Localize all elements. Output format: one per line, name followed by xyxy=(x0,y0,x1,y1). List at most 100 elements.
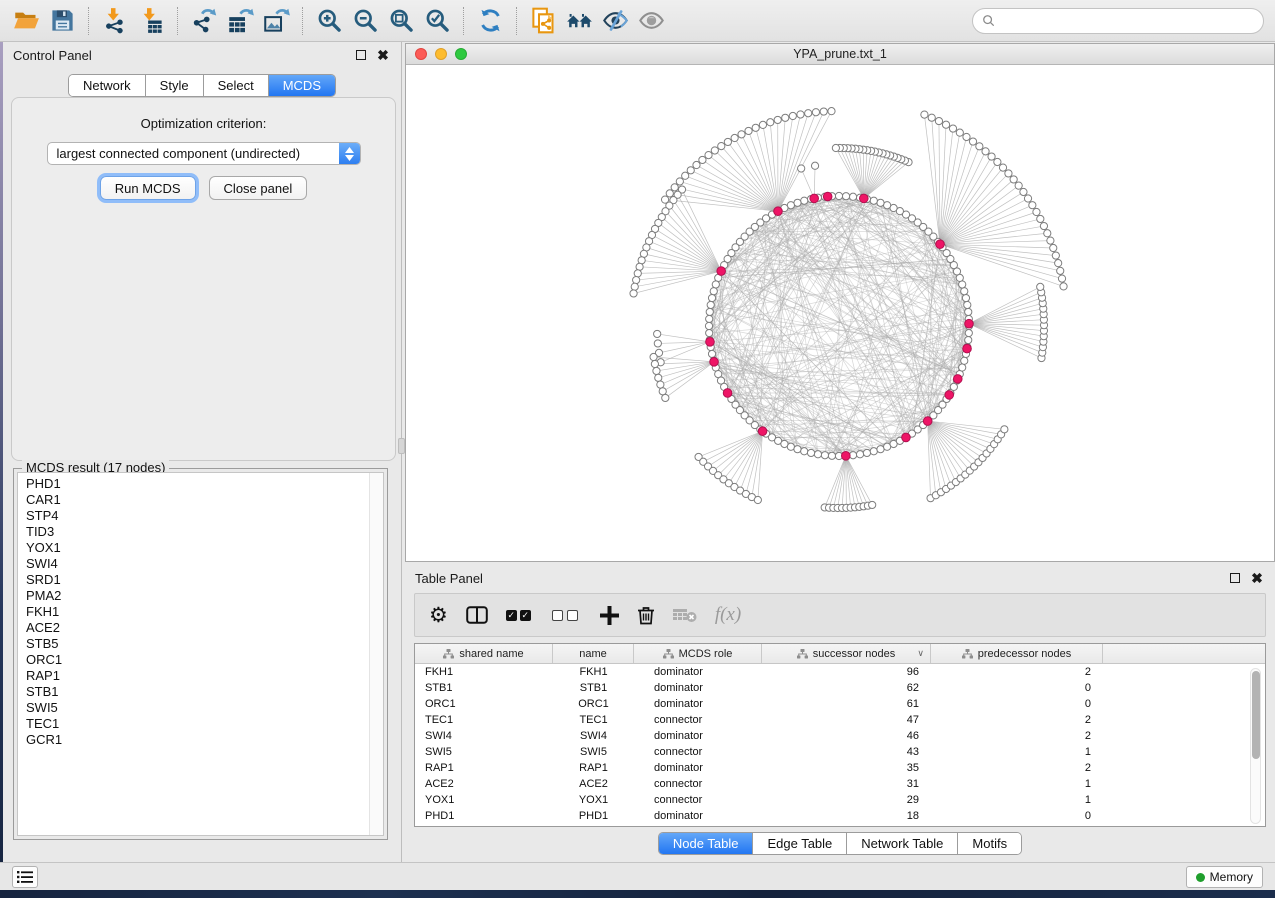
zoom-fit-icon[interactable] xyxy=(383,4,419,38)
open-file-icon[interactable] xyxy=(8,4,44,38)
table-cell[interactable]: dominator xyxy=(634,810,762,822)
close-panel-button[interactable]: Close panel xyxy=(209,176,308,200)
save-icon[interactable] xyxy=(44,4,80,38)
table-cell[interactable]: 0 xyxy=(931,682,1103,694)
table-row[interactable]: FKH1FKH1dominator962 xyxy=(415,664,1265,680)
run-mcds-button[interactable]: Run MCDS xyxy=(100,176,196,200)
table-cell[interactable]: 1 xyxy=(931,794,1103,806)
table-cell[interactable]: 31 xyxy=(762,778,931,790)
table-cell[interactable]: 2 xyxy=(931,714,1103,726)
table-settings-icon[interactable]: ⚙ xyxy=(429,602,448,628)
table-row[interactable]: YOX1YOX1connector291 xyxy=(415,792,1265,808)
mcds-result-item[interactable]: ACE2 xyxy=(18,620,383,636)
table-row[interactable]: ACE2ACE2connector311 xyxy=(415,776,1265,792)
mcds-result-item[interactable]: CAR1 xyxy=(18,492,383,508)
add-column-icon[interactable] xyxy=(600,602,619,628)
tab-mcds[interactable]: MCDS xyxy=(269,75,335,96)
table-cell[interactable]: connector xyxy=(634,778,762,790)
column-header-name[interactable]: name xyxy=(553,644,634,663)
window-zoom-icon[interactable] xyxy=(455,48,467,60)
table-row[interactable]: STB1STB1dominator620 xyxy=(415,680,1265,696)
table-cell[interactable]: dominator xyxy=(634,682,762,694)
import-table-icon[interactable] xyxy=(133,4,169,38)
import-network-icon[interactable] xyxy=(97,4,133,38)
table-cell[interactable]: 96 xyxy=(762,666,931,678)
tab-style[interactable]: Style xyxy=(146,75,204,96)
tab-network[interactable]: Network xyxy=(69,75,146,96)
mcds-result-item[interactable]: TID3 xyxy=(18,524,383,540)
table-cell[interactable]: SWI5 xyxy=(553,746,634,758)
table-cell[interactable]: 46 xyxy=(762,730,931,742)
table-scrollbar-thumb[interactable] xyxy=(1252,671,1260,759)
table-cell[interactable]: 35 xyxy=(762,762,931,774)
table-cell[interactable]: connector xyxy=(634,794,762,806)
table-tab-network-table[interactable]: Network Table xyxy=(847,833,958,854)
zoom-in-icon[interactable] xyxy=(311,4,347,38)
table-row[interactable]: SWI4SWI4dominator462 xyxy=(415,728,1265,744)
table-cell[interactable]: RAP1 xyxy=(415,762,553,774)
show-columns-icon[interactable] xyxy=(466,602,488,628)
table-cell[interactable]: SWI5 xyxy=(415,746,553,758)
function-builder-icon[interactable]: f(x) xyxy=(715,602,741,628)
mcds-result-item[interactable]: PMA2 xyxy=(18,588,383,604)
table-tab-node-table[interactable]: Node Table xyxy=(659,833,754,854)
export-table-icon[interactable] xyxy=(222,4,258,38)
toggle-graphics-details-icon[interactable] xyxy=(597,4,633,38)
first-neighbors-icon[interactable] xyxy=(561,4,597,38)
mcds-result-item[interactable]: YOX1 xyxy=(18,540,383,556)
table-cell[interactable]: dominator xyxy=(634,666,762,678)
table-cell[interactable]: 0 xyxy=(931,698,1103,710)
close-panel-icon[interactable]: ✖ xyxy=(375,47,391,63)
table-cell[interactable]: YOX1 xyxy=(415,794,553,806)
table-cell[interactable]: PHD1 xyxy=(553,810,634,822)
table-cell[interactable]: 18 xyxy=(762,810,931,822)
mcds-result-item[interactable]: ORC1 xyxy=(18,652,383,668)
mcds-result-item[interactable]: SWI5 xyxy=(18,700,383,716)
zoom-out-icon[interactable] xyxy=(347,4,383,38)
column-header-MCDS-role[interactable]: MCDS role xyxy=(634,644,762,663)
delete-table-icon[interactable] xyxy=(673,602,697,628)
table-cell[interactable]: 0 xyxy=(931,810,1103,822)
optimization-select[interactable]: largest connected component (undirected) xyxy=(47,142,361,165)
column-header-predecessor-nodes[interactable]: predecessor nodes xyxy=(931,644,1103,663)
memory-button[interactable]: Memory xyxy=(1186,866,1263,888)
new-network-from-selection-icon[interactable] xyxy=(525,4,561,38)
table-cell[interactable]: YOX1 xyxy=(553,794,634,806)
table-cell[interactable]: RAP1 xyxy=(553,762,634,774)
mcds-result-item[interactable]: FKH1 xyxy=(18,604,383,620)
close-table-panel-icon[interactable]: ✖ xyxy=(1249,570,1265,586)
table-cell[interactable]: 62 xyxy=(762,682,931,694)
table-cell[interactable]: 1 xyxy=(931,746,1103,758)
select-all-rows-icon[interactable]: ✓✓ xyxy=(506,602,534,628)
float-panel-icon[interactable] xyxy=(353,47,369,63)
deselect-all-rows-icon[interactable] xyxy=(552,602,582,628)
table-cell[interactable]: ORC1 xyxy=(415,698,553,710)
column-header-successor-nodes[interactable]: successor nodes∨ xyxy=(762,644,931,663)
table-cell[interactable]: 2 xyxy=(931,762,1103,774)
mcds-result-item[interactable]: STB5 xyxy=(18,636,383,652)
delete-column-icon[interactable] xyxy=(637,602,655,628)
mcds-result-item[interactable]: SRD1 xyxy=(18,572,383,588)
mcds-result-item[interactable]: STB1 xyxy=(18,684,383,700)
table-cell[interactable]: TEC1 xyxy=(553,714,634,726)
window-close-icon[interactable] xyxy=(415,48,427,60)
mcds-result-item[interactable]: RAP1 xyxy=(18,668,383,684)
table-cell[interactable]: TEC1 xyxy=(415,714,553,726)
export-image-icon[interactable] xyxy=(258,4,294,38)
table-tab-motifs[interactable]: Motifs xyxy=(958,833,1021,854)
table-cell[interactable]: 2 xyxy=(931,666,1103,678)
table-row[interactable]: RAP1RAP1dominator352 xyxy=(415,760,1265,776)
table-cell[interactable]: STB1 xyxy=(415,682,553,694)
table-cell[interactable]: SWI4 xyxy=(415,730,553,742)
table-cell[interactable]: ORC1 xyxy=(553,698,634,710)
window-minimize-icon[interactable] xyxy=(435,48,447,60)
table-cell[interactable]: STB1 xyxy=(553,682,634,694)
network-graph[interactable] xyxy=(406,65,1274,561)
table-cell[interactable]: SWI4 xyxy=(553,730,634,742)
table-cell[interactable]: ACE2 xyxy=(415,778,553,790)
hide-selected-icon[interactable] xyxy=(633,4,669,38)
table-cell[interactable]: FKH1 xyxy=(415,666,553,678)
column-header-shared-name[interactable]: shared name xyxy=(415,644,553,663)
table-row[interactable]: ORC1ORC1dominator610 xyxy=(415,696,1265,712)
table-row[interactable]: SWI5SWI5connector431 xyxy=(415,744,1265,760)
